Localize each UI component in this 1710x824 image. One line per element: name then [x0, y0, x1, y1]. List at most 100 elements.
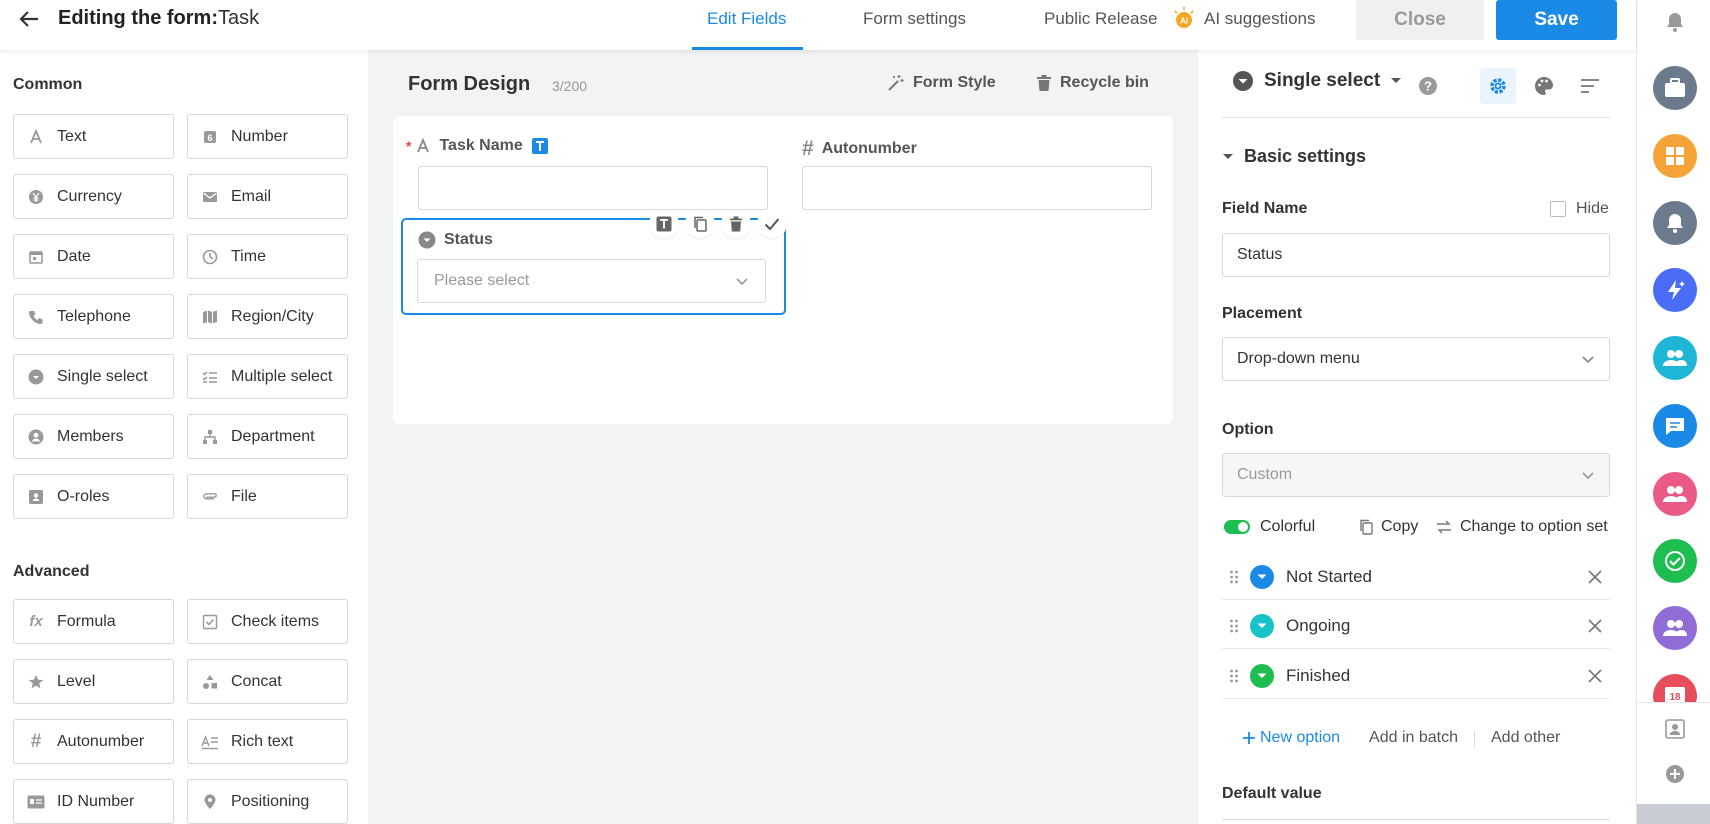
task-name-input[interactable]	[418, 166, 768, 210]
field-members[interactable]: Members	[13, 414, 174, 459]
remove-option-button[interactable]	[1580, 668, 1610, 683]
rail-app-automation[interactable]	[1653, 268, 1697, 312]
rail-app-contacts[interactable]	[1653, 336, 1697, 380]
option-row[interactable]: Not Started	[1222, 554, 1610, 600]
autonumber-field-label[interactable]: # Autonumber	[802, 137, 917, 161]
field-department[interactable]: Department	[187, 414, 348, 459]
department-icon	[201, 428, 219, 446]
colorful-toggle[interactable]: Colorful	[1224, 518, 1315, 536]
change-option-set-button[interactable]: Change to option set	[1436, 518, 1608, 536]
rail-app-members[interactable]	[1653, 606, 1697, 650]
rail-footer-button[interactable]	[1637, 804, 1710, 824]
ai-suggestions-button[interactable]: AI AI suggestions	[1170, 5, 1316, 33]
field-level[interactable]: Level	[13, 659, 174, 704]
tab-edit-fields[interactable]: Edit Fields	[707, 9, 786, 29]
form-style-button[interactable]: Form Style	[887, 74, 996, 92]
default-value-input[interactable]	[1222, 819, 1610, 824]
field-text[interactable]: Text	[13, 114, 174, 159]
basic-settings-header[interactable]: Basic settings	[1222, 146, 1366, 167]
field-sort-tab[interactable]	[1572, 68, 1608, 104]
option-label[interactable]: Finished	[1286, 666, 1580, 686]
field-time[interactable]: Time	[187, 234, 348, 279]
field-style-tab[interactable]	[1526, 68, 1562, 104]
delete-field-button[interactable]	[721, 210, 751, 238]
new-option-button[interactable]: New option	[1242, 729, 1340, 747]
option-row[interactable]: Finished	[1222, 653, 1610, 699]
plus-icon	[1243, 732, 1255, 744]
save-button[interactable]: Save	[1496, 0, 1617, 40]
add-in-batch-button[interactable]: Add in batch	[1369, 729, 1458, 747]
hide-checkbox[interactable]: Hide	[1550, 200, 1609, 218]
option-row[interactable]: Ongoing	[1222, 603, 1610, 649]
set-title-button[interactable]	[649, 210, 679, 238]
field-multiple-select[interactable]: Multiple select	[187, 354, 348, 399]
field-formula-label: Formula	[57, 612, 116, 630]
confirm-field-button[interactable]	[757, 210, 787, 238]
placement-select[interactable]: Drop-down menu	[1222, 337, 1610, 381]
duplicate-field-button[interactable]	[685, 210, 715, 238]
field-email[interactable]: Email	[187, 174, 348, 219]
option-color-dot[interactable]	[1250, 613, 1274, 638]
field-concat[interactable]: Concat	[187, 659, 348, 704]
help-button[interactable]: ?	[1410, 68, 1446, 104]
divider	[1637, 702, 1710, 703]
option-label[interactable]: Not Started	[1286, 567, 1580, 587]
trash-icon	[730, 216, 742, 232]
recycle-bin-button[interactable]: Recycle bin	[1036, 74, 1149, 92]
field-number[interactable]: 6 Number	[187, 114, 348, 159]
field-telephone[interactable]: Telephone	[13, 294, 174, 339]
rail-app-grid[interactable]	[1653, 134, 1697, 178]
rail-app-tasks[interactable]	[1653, 539, 1697, 583]
option-label[interactable]: Ongoing	[1286, 616, 1580, 636]
field-id-number[interactable]: ID Number	[13, 779, 174, 824]
email-icon	[201, 188, 219, 206]
field-region-city[interactable]: Region/City	[187, 294, 348, 339]
trash-icon	[1037, 75, 1051, 91]
drag-handle-icon[interactable]	[1222, 618, 1246, 634]
copy-options-button[interactable]: Copy	[1359, 518, 1418, 536]
rail-app-briefcase[interactable]	[1653, 66, 1697, 110]
option-source-select[interactable]: Custom	[1222, 453, 1610, 497]
basic-settings-label: Basic settings	[1244, 146, 1367, 166]
field-rich-text[interactable]: Rich text	[187, 719, 348, 764]
rail-app-team[interactable]	[1653, 472, 1697, 516]
group-icon	[1663, 486, 1687, 502]
option-color-dot[interactable]	[1250, 663, 1274, 688]
field-autonumber[interactable]: # Autonumber	[13, 719, 174, 764]
close-button[interactable]: Close	[1356, 0, 1484, 40]
rail-app-reminders[interactable]	[1653, 201, 1697, 245]
remove-option-button[interactable]	[1580, 569, 1610, 584]
field-single-select[interactable]: Single select	[13, 354, 174, 399]
field-settings-tab[interactable]	[1480, 68, 1516, 104]
field-positioning[interactable]: Positioning	[187, 779, 348, 824]
field-date[interactable]: Date	[13, 234, 174, 279]
divider	[1222, 117, 1610, 118]
notification-button[interactable]	[1653, 0, 1697, 44]
form-title: Editing the form:Task	[58, 7, 259, 30]
field-file[interactable]: File	[187, 474, 348, 519]
option-color-dot[interactable]	[1250, 564, 1274, 589]
field-name-input[interactable]: Status	[1222, 233, 1610, 277]
back-button[interactable]	[16, 6, 42, 32]
autonumber-input[interactable]	[802, 166, 1152, 210]
task-name-field-label[interactable]: * Task Name	[406, 137, 549, 155]
field-o-roles[interactable]: O-roles	[13, 474, 174, 519]
remove-option-button[interactable]	[1580, 618, 1610, 633]
ai-bulb-icon: AI	[1174, 7, 1194, 28]
tab-public-release[interactable]: Public Release	[1044, 9, 1157, 29]
magic-wand-icon	[888, 75, 904, 91]
tab-form-settings[interactable]: Form settings	[863, 9, 966, 29]
field-type-selector[interactable]: Single select	[1232, 70, 1402, 92]
drag-handle-icon[interactable]	[1222, 668, 1246, 684]
rail-add-button[interactable]	[1653, 752, 1697, 796]
field-check-items[interactable]: Check items	[187, 599, 348, 644]
status-select[interactable]: Please select	[417, 259, 766, 303]
status-field-selected[interactable]: Status Please select	[401, 210, 787, 315]
rail-app-messages[interactable]	[1653, 404, 1697, 448]
field-formula[interactable]: fx Formula	[13, 599, 174, 644]
field-currency[interactable]: Currency	[13, 174, 174, 219]
rail-app-calendar[interactable]: 18	[1653, 674, 1697, 702]
rail-contacts-button[interactable]	[1653, 707, 1697, 751]
add-other-button[interactable]: Add other	[1491, 729, 1560, 747]
drag-handle-icon[interactable]	[1222, 569, 1246, 585]
